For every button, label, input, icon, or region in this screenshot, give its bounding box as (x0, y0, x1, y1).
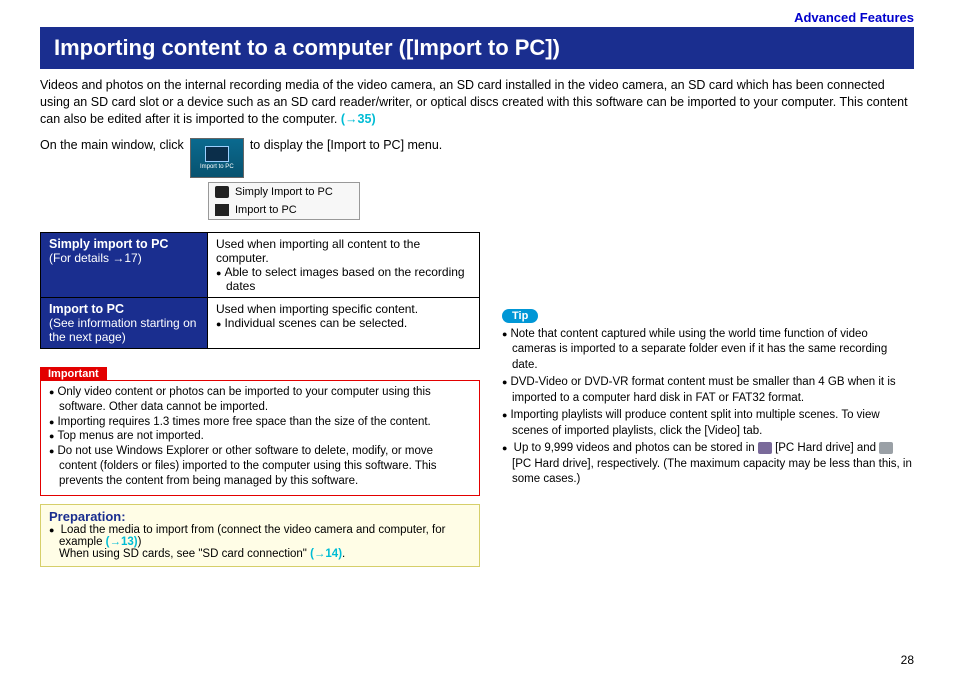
important-b3: Top menus are not imported. (49, 429, 471, 444)
row1-desc1: Used when importing all content to the c… (216, 237, 471, 265)
intro-crossref[interactable]: (→35) (341, 112, 376, 126)
prep-b1d: . (342, 548, 345, 560)
click-post: to display the [Import to PC] menu. (250, 138, 442, 152)
important-b2: Importing requires 1.3 times more free s… (49, 415, 471, 430)
menu-item-simply-import[interactable]: Simply Import to PC (209, 183, 359, 201)
camera-icon (215, 186, 229, 198)
tip2: DVD-Video or DVD-VR format content must … (502, 375, 914, 406)
row1-desc2: Able to select images based on the recor… (216, 265, 471, 293)
row1-label-small: (For details →17) (49, 251, 142, 265)
pc-icon (215, 204, 229, 216)
import-to-pc-button-icon: Import to PC (190, 138, 244, 178)
important-b1: Only video content or photos can be impo… (49, 385, 471, 415)
important-box: Only video content or photos can be impo… (40, 380, 480, 497)
section-header-link[interactable]: Advanced Features (40, 10, 914, 25)
row2-label-bold: Import to PC (49, 302, 124, 316)
import-menu-dropdown: Simply Import to PC Import to PC (208, 182, 360, 220)
preparation-box: Preparation: Load the media to import fr… (40, 504, 480, 567)
row2-desc1: Used when importing specific content. (216, 302, 471, 316)
important-b4: Do not use Windows Explorer or other sof… (49, 444, 471, 489)
hdd-video-icon (758, 442, 772, 454)
row1-label-bold: Simply import to PC (49, 237, 168, 251)
preparation-b1: Load the media to import from (connect t… (49, 524, 471, 560)
intro-text: Videos and photos on the internal record… (40, 78, 908, 126)
tip-list: Note that content captured while using t… (502, 327, 914, 488)
btn-label: Import to PC (200, 164, 234, 170)
menu-item-import[interactable]: Import to PC (209, 201, 359, 219)
row1-desc: Used when importing all content to the c… (208, 232, 480, 297)
options-table: Simply import to PC (For details →17) Us… (40, 232, 480, 349)
tip4a: Up to 9,999 videos and photos can be sto… (514, 442, 758, 454)
menu-item1-label: Simply Import to PC (235, 186, 333, 198)
page-number: 28 (901, 653, 914, 667)
row2-label-small: (See information starting on the next pa… (49, 316, 196, 344)
monitor-icon (205, 146, 229, 162)
row1-label: Simply import to PC (For details →17) (41, 232, 208, 297)
intro-paragraph: Videos and photos on the internal record… (40, 77, 914, 128)
tip1: Note that content captured while using t… (502, 327, 914, 374)
row2-desc: Used when importing specific content. In… (208, 297, 480, 348)
tip3: Importing playlists will produce content… (502, 408, 914, 439)
tip-tag: Tip (502, 309, 538, 323)
page-title: Importing content to a computer ([Import… (40, 27, 914, 69)
row2-desc2: Individual scenes can be selected. (216, 316, 471, 330)
prep-ref14[interactable]: (→14) (310, 548, 342, 560)
click-pre: On the main window, click (40, 138, 184, 152)
prep-b1b: ) (138, 536, 142, 548)
click-instruction: On the main window, click Import to PC t… (40, 138, 914, 178)
important-tag: Important (40, 367, 107, 381)
tip4b: [PC Hard drive] and (772, 442, 879, 454)
tip4: Up to 9,999 videos and photos can be sto… (502, 441, 914, 488)
prep-ref13[interactable]: (→13) (106, 536, 138, 548)
prep-b1c: When using SD cards, see "SD card connec… (59, 548, 310, 560)
hdd-photo-icon (879, 442, 893, 454)
preparation-header: Preparation: (49, 509, 471, 524)
tip4c: [PC Hard drive], respectively. (The maxi… (512, 458, 912, 486)
menu-item2-label: Import to PC (235, 204, 297, 216)
row2-label: Import to PC (See information starting o… (41, 297, 208, 348)
